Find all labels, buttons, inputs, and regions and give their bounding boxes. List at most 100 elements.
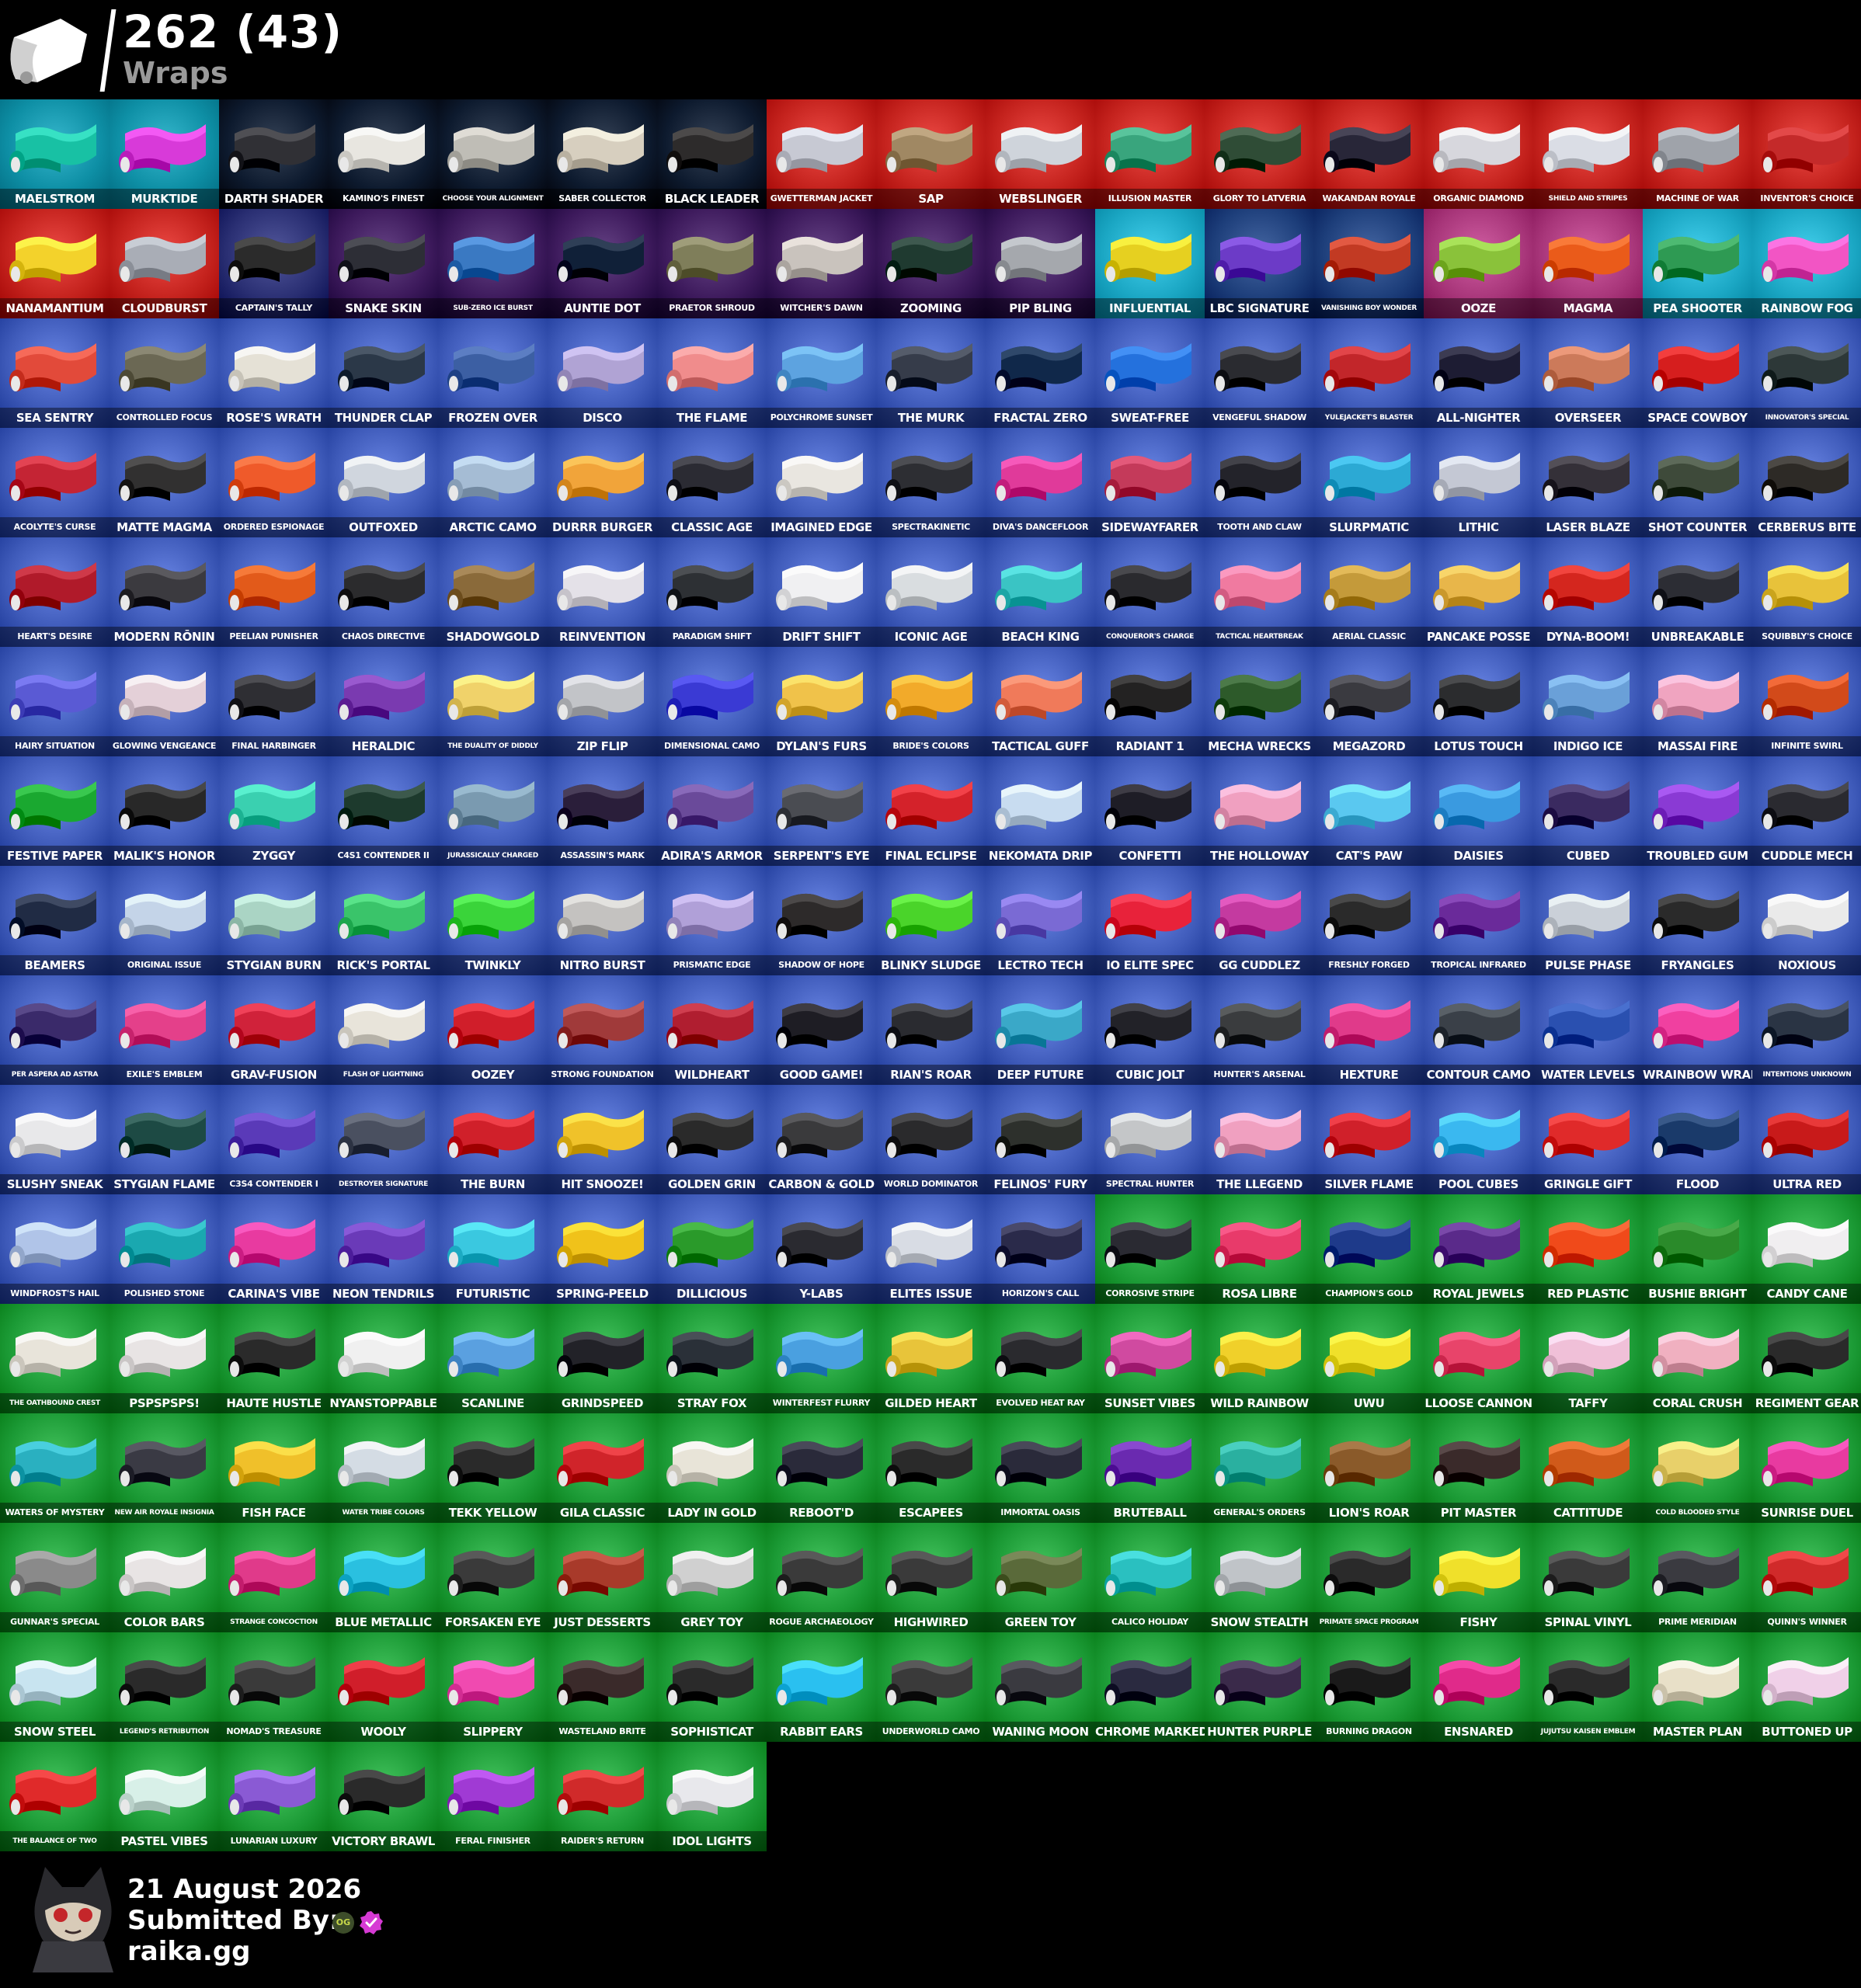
wrap-tile[interactable]: Dylan's Furs: [767, 647, 876, 756]
wrap-tile[interactable]: Beach King: [986, 537, 1095, 647]
wrap-tile[interactable]: The Holloway: [1205, 756, 1314, 866]
wrap-tile[interactable]: Slippery: [438, 1632, 548, 1742]
wrap-tile[interactable]: Slushy Sneak: [0, 1085, 110, 1194]
wrap-tile[interactable]: Nyanstoppable: [329, 1304, 438, 1413]
wrap-tile[interactable]: Champion's Gold: [1314, 1194, 1424, 1304]
wrap-tile[interactable]: Lotus Touch: [1424, 647, 1533, 756]
wrap-tile[interactable]: Raider's Return: [548, 1742, 657, 1851]
wrap-tile[interactable]: Prime Meridian: [1643, 1523, 1752, 1632]
wrap-tile[interactable]: Escapees: [876, 1413, 986, 1523]
wrap-tile[interactable]: Feral Finisher: [438, 1742, 548, 1851]
wrap-tile[interactable]: Oozey: [438, 975, 548, 1085]
wrap-tile[interactable]: Webslinger: [986, 99, 1095, 209]
wrap-tile[interactable]: Slurpmatic: [1314, 428, 1424, 537]
wrap-tile[interactable]: UwU: [1314, 1304, 1424, 1413]
wrap-tile[interactable]: Cubic Jolt: [1095, 975, 1205, 1085]
wrap-tile[interactable]: Strange Concoction: [219, 1523, 329, 1632]
wrap-tile[interactable]: Spinal Vinyl: [1533, 1523, 1643, 1632]
wrap-tile[interactable]: Troubled Gum: [1643, 756, 1752, 866]
wrap-tile[interactable]: Lloose Cannon: [1424, 1304, 1533, 1413]
wrap-tile[interactable]: Lithic: [1424, 428, 1533, 537]
wrap-tile[interactable]: Wrainbow Wrap: [1643, 975, 1752, 1085]
wrap-tile[interactable]: Daisies: [1424, 756, 1533, 866]
wrap-tile[interactable]: Lectro Tech: [986, 866, 1095, 975]
wrap-tile[interactable]: Infinite Swirl: [1752, 647, 1861, 756]
wrap-tile[interactable]: Bushie Bright: [1643, 1194, 1752, 1304]
wrap-tile[interactable]: Magma: [1533, 209, 1643, 318]
wrap-tile[interactable]: Malik's Honor: [110, 756, 219, 866]
wrap-tile[interactable]: Modern Rōnin: [110, 537, 219, 647]
wrap-tile[interactable]: Cubed: [1533, 756, 1643, 866]
wrap-tile[interactable]: Vengeful Shadow: [1205, 318, 1314, 428]
wrap-tile[interactable]: Zip Flip: [548, 647, 657, 756]
wrap-tile[interactable]: Stray Fox: [657, 1304, 767, 1413]
wrap-tile[interactable]: Spring-Peeld: [548, 1194, 657, 1304]
wrap-tile[interactable]: Spectral Hunter: [1095, 1085, 1205, 1194]
wrap-tile[interactable]: Sidewayfarer: [1095, 428, 1205, 537]
wrap-tile[interactable]: Lunarian Luxury: [219, 1742, 329, 1851]
wrap-tile[interactable]: Space Cowboy: [1643, 318, 1752, 428]
wrap-tile[interactable]: Nomad's Treasure: [219, 1632, 329, 1742]
wrap-tile[interactable]: Acolyte's Curse: [0, 428, 110, 537]
wrap-tile[interactable]: Shadow of Hope: [767, 866, 876, 975]
wrap-tile[interactable]: Fish Face: [219, 1413, 329, 1523]
wrap-tile[interactable]: Wildheart: [657, 975, 767, 1085]
wrap-tile[interactable]: Just Desserts: [548, 1523, 657, 1632]
wrap-tile[interactable]: Gunnar's Special: [0, 1523, 110, 1632]
wrap-tile[interactable]: Exile's Emblem: [110, 975, 219, 1085]
wrap-tile[interactable]: Overseer: [1533, 318, 1643, 428]
wrap-tile[interactable]: Idol Lights: [657, 1742, 767, 1851]
wrap-tile[interactable]: Cat's Paw: [1314, 756, 1424, 866]
wrap-tile[interactable]: Final Harbinger: [219, 647, 329, 756]
wrap-tile[interactable]: Tactical Guff: [986, 647, 1095, 756]
wrap-tile[interactable]: Darth Shader: [219, 99, 329, 209]
wrap-tile[interactable]: Quinn's Winner: [1752, 1523, 1861, 1632]
wrap-tile[interactable]: Per Aspera Ad Astra: [0, 975, 110, 1085]
wrap-tile[interactable]: Strong Foundation: [548, 975, 657, 1085]
wrap-tile[interactable]: Disco: [548, 318, 657, 428]
wrap-tile[interactable]: Heraldic: [329, 647, 438, 756]
wrap-tile[interactable]: World Dominator: [876, 1085, 986, 1194]
wrap-tile[interactable]: Zooming: [876, 209, 986, 318]
wrap-tile[interactable]: Gringle Gift: [1533, 1085, 1643, 1194]
wrap-tile[interactable]: Unbreakable: [1643, 537, 1752, 647]
wrap-tile[interactable]: Primate Space Program: [1314, 1523, 1424, 1632]
wrap-tile[interactable]: Hunter Purple: [1205, 1632, 1314, 1742]
wrap-tile[interactable]: The Murk: [876, 318, 986, 428]
wrap-tile[interactable]: Paradigm Shift: [657, 537, 767, 647]
wrap-tile[interactable]: Durrr Burger: [548, 428, 657, 537]
wrap-tile[interactable]: The Oathbound Crest: [0, 1304, 110, 1413]
wrap-tile[interactable]: Noxious: [1752, 866, 1861, 975]
wrap-tile[interactable]: Bride's Colors: [876, 647, 986, 756]
wrap-tile[interactable]: Laser Blaze: [1533, 428, 1643, 537]
wrap-tile[interactable]: Vanishing Boy Wonder: [1314, 209, 1424, 318]
wrap-tile[interactable]: Calico Holiday: [1095, 1523, 1205, 1632]
wrap-tile[interactable]: Rabbit Ears: [767, 1632, 876, 1742]
wrap-tile[interactable]: Haute Hustle: [219, 1304, 329, 1413]
wrap-tile[interactable]: The Balance of Two: [0, 1742, 110, 1851]
wrap-tile[interactable]: Sunrise Duel: [1752, 1413, 1861, 1523]
wrap-tile[interactable]: Festive Paper: [0, 756, 110, 866]
wrap-tile[interactable]: Rogue Archaeology: [767, 1523, 876, 1632]
wrap-tile[interactable]: IO Elite Spec: [1095, 866, 1205, 975]
wrap-tile[interactable]: Sweat-Free: [1095, 318, 1205, 428]
wrap-tile[interactable]: Wasteland Brite: [548, 1632, 657, 1742]
wrap-tile[interactable]: Coral Crush: [1643, 1304, 1752, 1413]
wrap-tile[interactable]: Scanline: [438, 1304, 548, 1413]
wrap-tile[interactable]: Tekk Yellow: [438, 1413, 548, 1523]
wrap-tile[interactable]: Carbon & Gold: [767, 1085, 876, 1194]
wrap-tile[interactable]: Flash of Lightning: [329, 975, 438, 1085]
wrap-tile[interactable]: Carina's Vibe: [219, 1194, 329, 1304]
wrap-tile[interactable]: Inventor's Choice: [1752, 99, 1861, 209]
wrap-tile[interactable]: New Air Royale Insignia: [110, 1413, 219, 1523]
wrap-tile[interactable]: Sub-Zero Ice Burst: [438, 209, 548, 318]
wrap-tile[interactable]: Snow Stealth: [1205, 1523, 1314, 1632]
wrap-tile[interactable]: Lady in Gold: [657, 1413, 767, 1523]
wrap-tile[interactable]: General's Orders: [1205, 1413, 1314, 1523]
wrap-tile[interactable]: Nanamantium: [0, 209, 110, 318]
wrap-tile[interactable]: Cerberus Bite: [1752, 428, 1861, 537]
wrap-tile[interactable]: Hairy Situation: [0, 647, 110, 756]
wrap-tile[interactable]: Neon Tendrils: [329, 1194, 438, 1304]
wrap-tile[interactable]: Freshly Forged: [1314, 866, 1424, 975]
wrap-tile[interactable]: Waters of Mystery: [0, 1413, 110, 1523]
